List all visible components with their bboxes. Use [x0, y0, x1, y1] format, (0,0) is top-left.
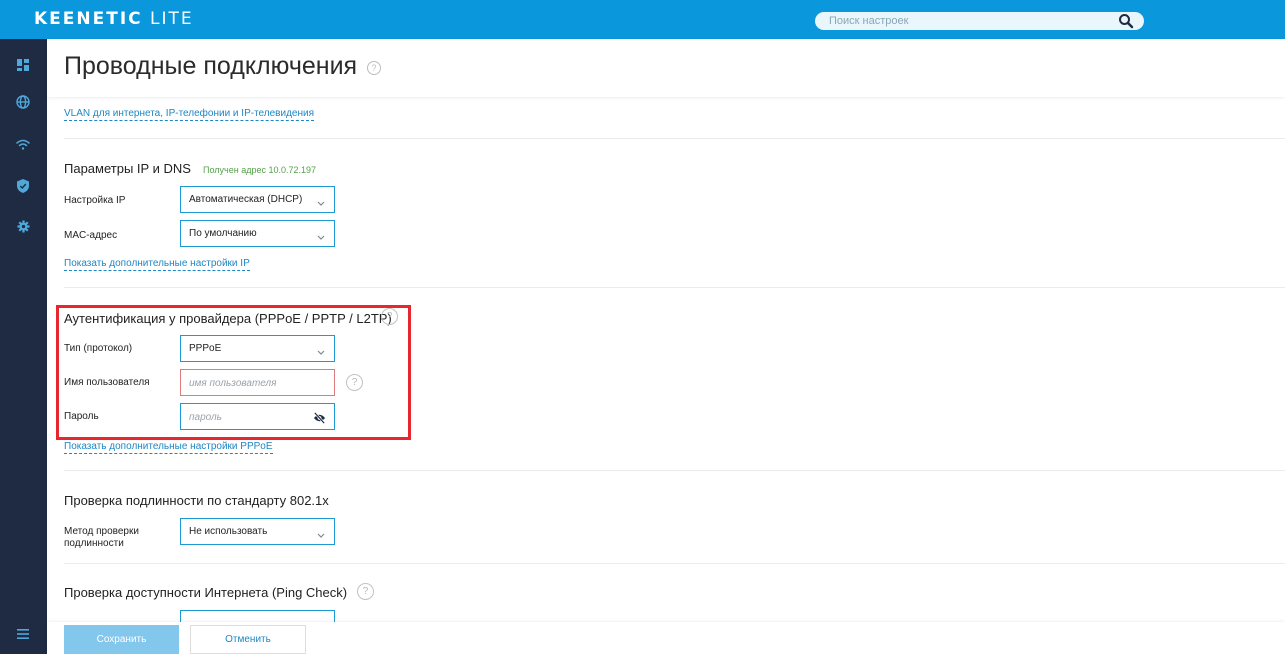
mac-select[interactable]: По умолчанию	[180, 220, 335, 247]
protocol-label: Тип (протокол)	[64, 343, 133, 354]
auth-method-label: Метод проверки подлинности	[64, 526, 139, 549]
ip-address-note: Получен адрес 10.0.72.197	[203, 165, 317, 175]
cancel-button[interactable]: Отменить	[190, 625, 306, 654]
wifi-icon[interactable]	[11, 133, 35, 157]
username-placeholder: имя пользователя	[189, 378, 277, 389]
ping-section-title: Проверка доступности Интернета (Ping Che…	[64, 585, 348, 600]
page-title: Проводные подключения	[64, 52, 358, 80]
ip-setting-value: Автоматическая (DHCP)	[189, 194, 303, 205]
footer-bar: Сохранить Отменить	[47, 622, 1285, 654]
chevron-down-icon	[316, 229, 326, 240]
more-ip-settings-link[interactable]: Показать дополнительные настройки IP	[64, 258, 250, 271]
divider	[64, 287, 1285, 288]
auth-method-value: Не использовать	[189, 526, 268, 537]
dashboard-icon[interactable]	[11, 53, 35, 77]
eye-slash-icon[interactable]	[313, 411, 326, 429]
logo[interactable]: KEENETIC LITE	[34, 9, 194, 29]
dot1x-section-title: Проверка подлинности по стандарту 802.1x	[64, 493, 329, 508]
hamburger-icon[interactable]	[11, 622, 35, 646]
vlan-link[interactable]: VLAN для интернета, IP-телефонии и IP-те…	[64, 108, 314, 121]
main-content: VLAN для интернета, IP-телефонии и IP-те…	[47, 97, 1285, 622]
logo-model: LITE	[150, 9, 194, 29]
ping-select[interactable]	[180, 610, 335, 622]
shield-icon[interactable]	[11, 174, 35, 198]
auth-method-select[interactable]: Не использовать	[180, 518, 335, 545]
mac-value: По умолчанию	[189, 228, 257, 239]
password-placeholder: пароль	[189, 412, 222, 423]
username-field[interactable]: имя пользователя	[180, 369, 335, 396]
username-help-icon[interactable]: ?	[346, 374, 363, 391]
protocol-select[interactable]: PPPoE	[180, 335, 335, 362]
search-input[interactable]: Поиск настроек	[829, 15, 908, 27]
divider	[64, 138, 1285, 139]
globe-icon[interactable]	[11, 90, 35, 114]
more-pppoe-settings-link[interactable]: Показать дополнительные настройки PPPoE	[64, 441, 273, 454]
password-label: Пароль	[64, 411, 99, 422]
password-field[interactable]: пароль	[180, 403, 335, 430]
divider	[64, 563, 1285, 564]
protocol-value: PPPoE	[189, 343, 222, 354]
help-icon[interactable]: ?	[367, 61, 381, 75]
ping-help-icon[interactable]: ?	[357, 583, 374, 600]
search-box[interactable]: Поиск настроек	[815, 12, 1144, 30]
auth-help-icon[interactable]: ?	[381, 308, 398, 325]
username-label: Имя пользователя	[64, 377, 150, 388]
chevron-down-icon	[316, 195, 326, 206]
mac-label: MAC-адрес	[64, 230, 118, 241]
ip-section-title: Параметры IP и DNS	[64, 161, 191, 176]
chevron-down-icon	[316, 527, 326, 538]
search-icon[interactable]	[1118, 13, 1134, 29]
chevron-down-icon	[316, 344, 326, 355]
page-header: Проводные подключения ?	[47, 39, 1285, 97]
top-bar: KEENETIC LITE Поиск настроек	[0, 0, 1285, 39]
gear-icon[interactable]	[11, 214, 35, 238]
sidebar	[0, 39, 47, 654]
divider	[64, 470, 1285, 471]
logo-brand: KEENETIC	[34, 9, 143, 29]
auth-section-title: Аутентификация у провайдера (PPPoE / PPT…	[64, 311, 392, 326]
ip-setting-label: Настройка IP	[64, 195, 126, 206]
save-button[interactable]: Сохранить	[64, 625, 179, 654]
ip-setting-select[interactable]: Автоматическая (DHCP)	[180, 186, 335, 213]
